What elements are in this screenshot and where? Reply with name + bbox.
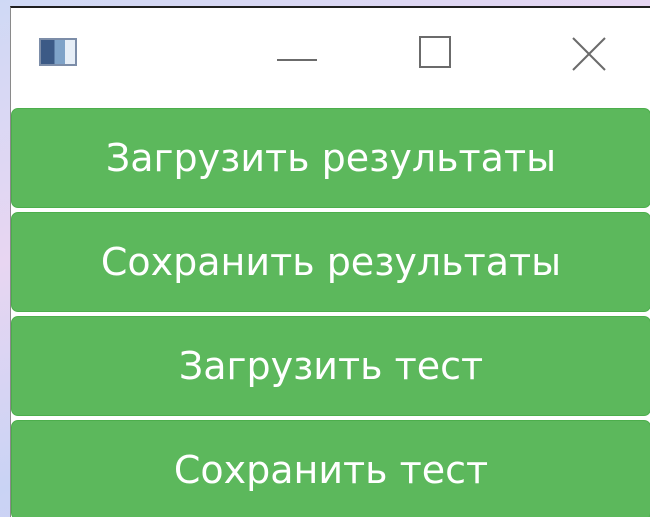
close-button[interactable]: [559, 26, 619, 82]
maximize-button[interactable]: [415, 26, 475, 82]
load-results-button[interactable]: Загрузить результаты: [11, 108, 650, 208]
button-stack: Загрузить результаты Сохранить результат…: [11, 108, 650, 517]
load-test-button[interactable]: Загрузить тест: [11, 316, 650, 416]
app-window: Загрузить результаты Сохранить результат…: [10, 6, 650, 517]
title-bar[interactable]: [11, 8, 650, 108]
save-results-button[interactable]: Сохранить результаты: [11, 212, 650, 312]
save-test-button[interactable]: Сохранить тест: [11, 420, 650, 517]
app-window-icon[interactable]: [39, 38, 77, 66]
minimize-button[interactable]: [269, 26, 329, 82]
maximize-icon: [419, 36, 451, 68]
close-icon: [572, 37, 606, 71]
minimize-icon: [277, 59, 317, 61]
